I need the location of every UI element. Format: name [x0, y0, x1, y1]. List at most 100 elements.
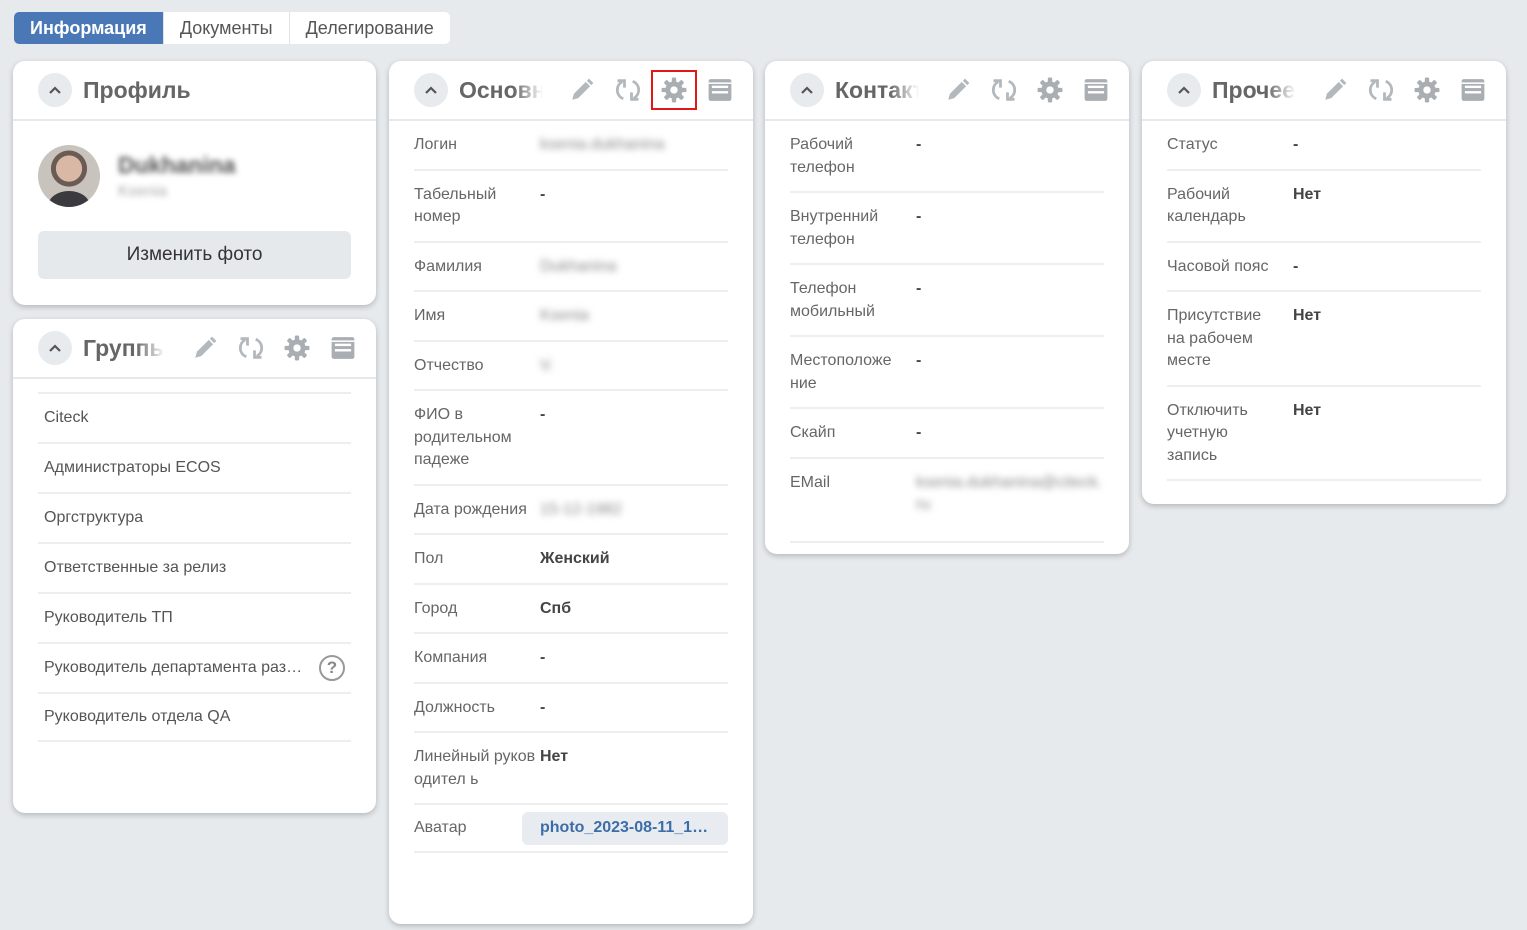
field-row: Присутствие на рабочем месте Нет	[1167, 292, 1481, 387]
settings-button[interactable]	[1404, 70, 1450, 110]
avatar-file-link[interactable]: photo_2023-08-11_10-...	[522, 812, 728, 845]
edit-button[interactable]	[935, 70, 981, 110]
gear-icon	[1037, 77, 1063, 103]
collapse-button[interactable]	[38, 331, 72, 365]
field-row: Логин ksenia.dukhanina	[414, 121, 728, 171]
field-value: Нет	[1293, 307, 1322, 324]
field-label: Местоположе ние	[790, 352, 892, 392]
field-row: Отключить учетную запись Нет	[1167, 387, 1481, 481]
list-item[interactable]: Руководитель департамента разр...?	[38, 642, 351, 692]
field-label: Часовой пояс	[1167, 257, 1269, 275]
chevron-up-icon	[49, 344, 61, 352]
refresh-icon	[1368, 79, 1394, 101]
field-value: 15-12-1982	[540, 500, 622, 518]
refresh-button[interactable]	[228, 328, 274, 368]
field-value: Женский	[540, 550, 610, 567]
field-row: Местоположе ние -	[790, 337, 1104, 409]
field-value: -	[916, 136, 922, 153]
field-row: Пол Женский	[414, 535, 728, 585]
field-label: Табельный номер	[414, 185, 497, 226]
profile-title: Профиль	[83, 76, 191, 103]
field-value: -	[1293, 257, 1299, 275]
field-row: Имя Ksenia	[414, 292, 728, 342]
settings-button[interactable]	[1027, 70, 1073, 110]
tab-delegation[interactable]: Делегирование	[290, 12, 450, 44]
field-value: -	[916, 280, 922, 297]
field-label: EMail	[790, 473, 831, 491]
field-value: -	[540, 185, 546, 203]
field-label: Фамилия	[414, 257, 482, 275]
field-row: ФИО в родительном падеже -	[414, 391, 728, 486]
groups-card: Группы Citeck Администраторы ECOS Оргстр…	[13, 319, 376, 813]
profile-card: Профиль Dukhanina Ksenia Изменить фото	[13, 61, 376, 305]
field-row: Линейный руководител ь Нет	[414, 733, 728, 805]
collapse-button[interactable]	[1167, 73, 1201, 107]
field-row: Рабочий телефон -	[790, 121, 1104, 193]
field-label: Рабочий телефон	[790, 136, 855, 176]
profile-names: Dukhanina Ksenia	[118, 152, 236, 201]
field-row: Компания -	[414, 634, 728, 684]
list-icon	[1084, 79, 1108, 101]
profile-header: Профиль	[13, 61, 376, 121]
field-row: Телефон мобильный -	[790, 265, 1104, 337]
list-icon	[708, 79, 732, 101]
contacts-rows: Рабочий телефон - Внутренний телефон - Тел…	[765, 121, 1129, 543]
edit-button[interactable]	[1312, 70, 1358, 110]
tab-documents[interactable]: Документы	[164, 12, 290, 44]
groups-list: Citeck Администраторы ECOS Оргструктура …	[13, 392, 376, 742]
field-row: Город Спб	[414, 585, 728, 634]
list-item[interactable]: Ответственные за релиз	[38, 542, 351, 592]
field-label: Внутренний телефон	[790, 208, 879, 248]
field-label: Присутствие на рабочем месте	[1167, 307, 1262, 369]
list-item[interactable]: Руководитель ТП	[38, 592, 351, 642]
change-photo-button[interactable]: Изменить фото	[38, 231, 351, 279]
group-name: Ответственные за релиз	[44, 559, 227, 576]
question-icon[interactable]: ?	[319, 655, 345, 681]
refresh-button[interactable]	[981, 70, 1027, 110]
settings-button[interactable]	[274, 328, 320, 368]
menu-button[interactable]	[1073, 70, 1119, 110]
other-rows: Статус - Рабочий календарь Нет Часовой поя…	[1142, 121, 1506, 481]
field-label: Скайп	[790, 424, 836, 441]
field-value: Ksenia	[540, 307, 589, 324]
field-label: Должность	[414, 698, 495, 716]
field-label: Статус	[1167, 136, 1218, 153]
field-value: Dukhanina	[540, 257, 617, 275]
list-item[interactable]: Citeck	[38, 392, 351, 442]
refresh-button[interactable]	[605, 70, 651, 110]
field-label: Рабочий календарь	[1167, 185, 1246, 226]
field-value: -	[1293, 136, 1299, 153]
field-label: Отчество	[414, 356, 484, 374]
pencil-icon	[948, 78, 970, 100]
list-item[interactable]: Оргструктура	[38, 492, 351, 542]
field-value: Нет	[1293, 185, 1322, 203]
other-header: Прочее	[1142, 61, 1506, 121]
menu-button[interactable]	[320, 328, 366, 368]
field-label: Логин	[414, 136, 458, 153]
edit-button[interactable]	[559, 70, 605, 110]
collapse-button[interactable]	[414, 73, 448, 107]
field-row: Аватар photo_2023-08-11_10-...	[414, 805, 728, 853]
field-value: V.	[540, 356, 554, 374]
collapse-button[interactable]	[38, 73, 72, 107]
settings-button[interactable]	[651, 70, 697, 110]
list-item[interactable]: Руководитель отдела QA	[38, 692, 351, 742]
refresh-icon	[615, 79, 641, 101]
contacts-title: Контакты	[835, 76, 919, 103]
chevron-up-icon	[49, 86, 61, 94]
field-value: Нет	[1293, 401, 1322, 419]
field-value: -	[916, 424, 922, 441]
field-row: Дата рождения 15-12-1982	[414, 486, 728, 535]
field-row: Должность -	[414, 684, 728, 733]
edit-button[interactable]	[182, 328, 228, 368]
field-row: Рабочий календарь Нет	[1167, 171, 1481, 243]
tab-information[interactable]: Информация	[14, 12, 164, 44]
menu-button[interactable]	[1450, 70, 1496, 110]
field-row: Внутренний телефон -	[790, 193, 1104, 265]
field-label: Пол	[414, 550, 444, 567]
pencil-icon	[1325, 78, 1347, 100]
collapse-button[interactable]	[790, 73, 824, 107]
menu-button[interactable]	[697, 70, 743, 110]
refresh-button[interactable]	[1358, 70, 1404, 110]
list-item[interactable]: Администраторы ECOS	[38, 442, 351, 492]
